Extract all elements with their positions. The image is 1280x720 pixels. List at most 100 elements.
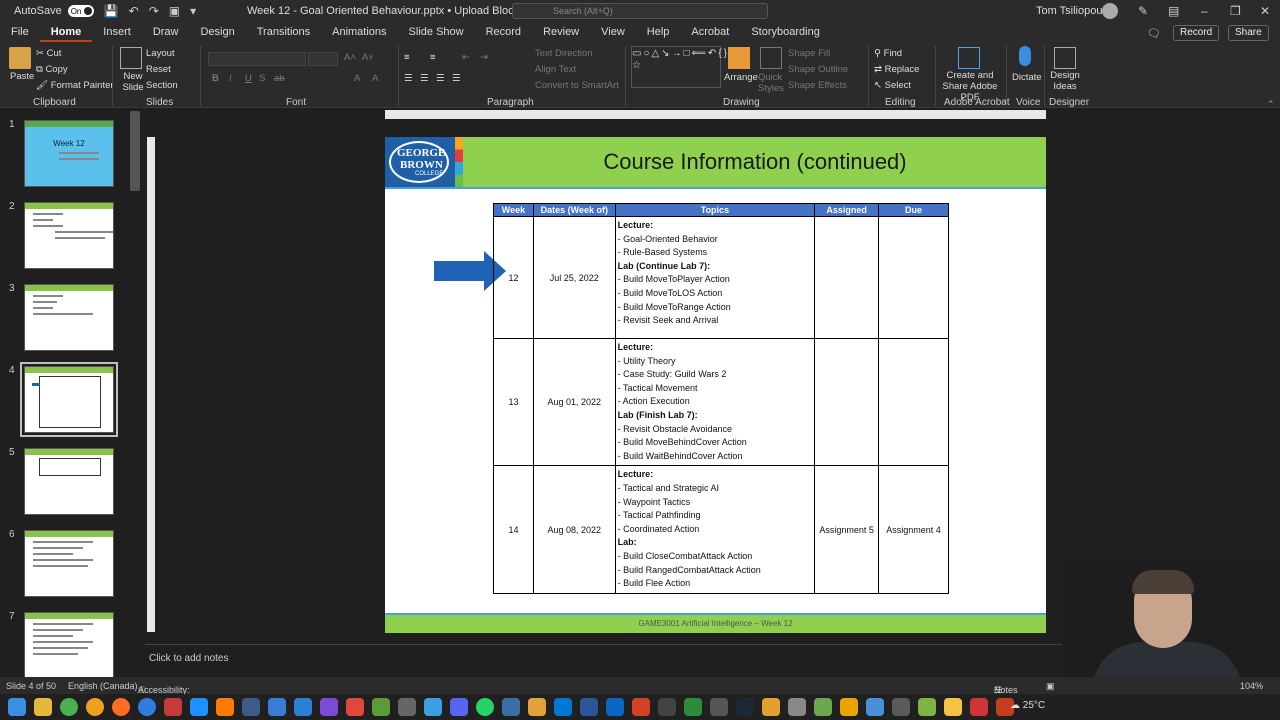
customize-qat-icon[interactable]: ▾ xyxy=(190,4,196,18)
cell-week[interactable]: 12 xyxy=(493,216,534,339)
paste-button[interactable]: Paste xyxy=(10,71,34,82)
outdent-icon[interactable]: ⇥ xyxy=(480,52,488,63)
comments-icon[interactable]: 🗨 xyxy=(1147,27,1161,40)
cell-assigned[interactable] xyxy=(814,337,880,467)
pen-icon[interactable]: ✎ xyxy=(1138,4,1148,18)
app-icon[interactable] xyxy=(970,698,988,716)
reset-button[interactable]: Reset xyxy=(146,64,171,75)
tab-view[interactable]: View xyxy=(590,22,636,42)
copy-button[interactable]: ⧉ Copy xyxy=(36,64,68,75)
cell-assigned[interactable] xyxy=(814,216,880,339)
align-text-button[interactable]: Align Text xyxy=(535,64,576,75)
text-direction-button[interactable]: Text Direction xyxy=(535,48,593,59)
normal-view-icon[interactable]: ▣ xyxy=(1046,681,1055,692)
thumbnail-slide-5[interactable] xyxy=(24,448,114,515)
collapse-ribbon-icon[interactable]: ⌃ xyxy=(1267,99,1275,110)
tab-review[interactable]: Review xyxy=(532,22,590,42)
strikethrough-icon[interactable]: ab xyxy=(274,73,285,84)
bullets-icon[interactable]: ≡ xyxy=(404,52,410,63)
tab-design[interactable]: Design xyxy=(189,22,245,42)
layout-button[interactable]: Layout xyxy=(146,48,175,59)
course-table[interactable]: Week Dates (Week of) Topics Assigned Due… xyxy=(493,203,949,594)
thumbnail-slide-7[interactable] xyxy=(24,612,114,679)
app-icon[interactable] xyxy=(762,698,780,716)
app-icon[interactable] xyxy=(710,698,728,716)
app-icon[interactable] xyxy=(840,698,858,716)
section-button[interactable]: Section xyxy=(146,80,178,91)
justify-icon[interactable]: ☰ xyxy=(452,73,461,84)
quick-styles-button[interactable]: Quick Styles xyxy=(758,72,784,94)
shape-outline-button[interactable]: Shape Outline xyxy=(788,64,848,75)
font-color-icon[interactable]: A xyxy=(354,73,360,84)
cell-assigned[interactable]: Assignment 5 xyxy=(814,465,880,594)
thumbnail-slide-2[interactable] xyxy=(24,202,114,269)
app-icon[interactable] xyxy=(346,698,364,716)
save-icon[interactable]: 💾 xyxy=(104,4,119,18)
tab-acrobat[interactable]: Acrobat xyxy=(680,22,740,42)
increase-font-icon[interactable]: A˄ xyxy=(344,52,356,63)
cell-week[interactable]: 14 xyxy=(493,465,534,594)
discord-icon[interactable] xyxy=(450,698,468,716)
cut-button[interactable]: ✂ Cut xyxy=(36,48,61,59)
app-icon[interactable] xyxy=(216,698,234,716)
slide-canvas[interactable]: GEORGE BROWN COLLEGE Course Information … xyxy=(385,137,1046,633)
language-indicator[interactable]: English (Canada) xyxy=(68,681,138,691)
app-icon[interactable] xyxy=(866,698,884,716)
tab-transitions[interactable]: Transitions xyxy=(246,22,321,42)
steam-icon[interactable] xyxy=(736,698,754,716)
share-button[interactable]: Share xyxy=(1228,25,1269,41)
cell-topics[interactable]: Lecture: - Tactical and Strategic AI - Way… xyxy=(614,465,816,594)
italic-icon[interactable]: I xyxy=(229,73,232,84)
tab-home[interactable]: Home xyxy=(39,22,93,42)
tab-file[interactable]: File xyxy=(0,22,40,42)
weather-widget[interactable]: ☁ 25°C xyxy=(1010,700,1045,711)
app-icon[interactable] xyxy=(190,698,208,716)
app-icon[interactable] xyxy=(788,698,806,716)
shadow-icon[interactable]: S xyxy=(259,73,265,84)
search-input[interactable]: Search (Alt+Q) xyxy=(512,3,768,19)
minimize-icon[interactable]: – xyxy=(1201,4,1208,18)
notes-placeholder[interactable]: Click to add notes xyxy=(149,653,229,664)
select-button[interactable]: ↖ Select xyxy=(874,80,911,91)
cell-date[interactable]: Aug 08, 2022 xyxy=(532,465,616,594)
replace-button[interactable]: ⇄ Replace xyxy=(874,64,919,75)
whatsapp-icon[interactable] xyxy=(476,698,494,716)
cell-date[interactable]: Jul 25, 2022 xyxy=(532,216,616,339)
tab-record[interactable]: Record xyxy=(475,22,532,42)
cell-topics[interactable]: Lecture: - Goal-Oriented Behavior - Rule-B… xyxy=(614,216,816,339)
app-icon[interactable] xyxy=(164,698,182,716)
ribbon-display-icon[interactable]: ▤ xyxy=(1168,4,1179,18)
app-icon[interactable] xyxy=(918,698,936,716)
vscode-icon[interactable] xyxy=(294,698,312,716)
design-ideas-button[interactable]: Design Ideas xyxy=(1050,70,1080,92)
firefox-icon[interactable] xyxy=(112,698,130,716)
adobe-pdf-icon[interactable] xyxy=(958,47,980,69)
thumbnail-slide-3[interactable] xyxy=(24,284,114,351)
cell-week[interactable]: 13 xyxy=(493,337,534,467)
shape-fill-button[interactable]: Shape Fill xyxy=(788,48,830,59)
design-ideas-icon[interactable] xyxy=(1054,47,1076,69)
close-icon[interactable]: ✕ xyxy=(1260,4,1270,18)
avatar[interactable] xyxy=(1102,3,1118,19)
app-icon[interactable] xyxy=(528,698,546,716)
app-icon[interactable] xyxy=(502,698,520,716)
quick-styles-icon[interactable] xyxy=(760,47,782,69)
app-icon[interactable] xyxy=(242,698,260,716)
new-slide-button[interactable]: New Slide xyxy=(118,71,148,93)
app-icon[interactable] xyxy=(606,698,624,716)
paste-icon[interactable] xyxy=(9,47,31,69)
tab-insert[interactable]: Insert xyxy=(92,22,142,42)
undo-icon[interactable]: ↶ xyxy=(129,4,139,18)
tab-storyboarding[interactable]: Storyboarding xyxy=(740,22,831,42)
app-icon[interactable] xyxy=(580,698,598,716)
zoom-level[interactable]: 104% xyxy=(1240,681,1263,691)
app-icon[interactable] xyxy=(684,698,702,716)
format-painter-button[interactable]: 🖌 Format Painter xyxy=(36,80,114,91)
arrange-icon[interactable] xyxy=(728,47,750,69)
convert-smartart-button[interactable]: Convert to SmartArt xyxy=(535,80,619,91)
align-right-icon[interactable]: ☰ xyxy=(436,73,445,84)
slide-title[interactable]: Course Information (continued) xyxy=(485,149,1025,175)
bold-icon[interactable]: B xyxy=(212,73,219,84)
thumbnail-slide-4[interactable] xyxy=(20,362,118,437)
app-icon[interactable] xyxy=(398,698,416,716)
